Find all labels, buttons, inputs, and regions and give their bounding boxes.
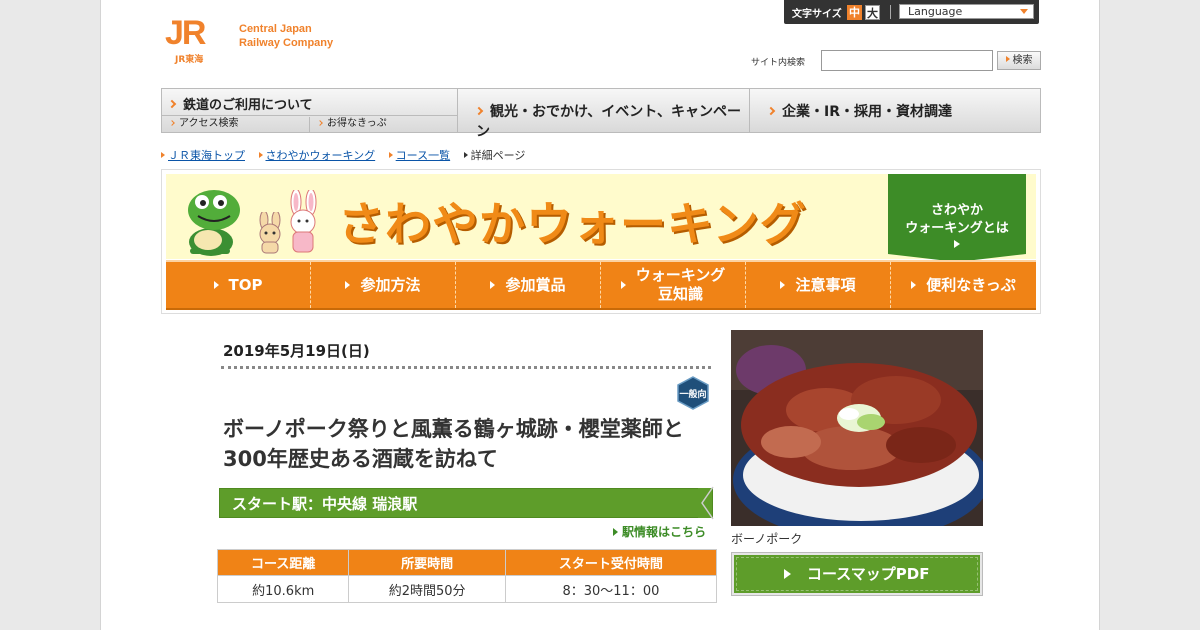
badge-label: 一般向	[679, 388, 706, 400]
about-walking-button[interactable]: さわやか ウォーキングとは	[888, 174, 1026, 262]
site-search-label: サイト内検索	[751, 58, 806, 68]
course-duration: 約2時間50分	[348, 575, 506, 603]
breadcrumb-item-top[interactable]: ＪＲ東海トップ	[161, 149, 245, 162]
rabbit-mascot-icon	[290, 190, 317, 253]
nav-railway-label: 鉄道のご利用について	[183, 98, 313, 113]
breadcrumb-item-walking[interactable]: さわやかウォーキング	[258, 149, 376, 162]
arrow-right-icon	[1005, 56, 1010, 62]
walking-nav-label: ウォーキング 豆知識	[635, 266, 726, 303]
nav-corporate[interactable]: 企業・IR・採用・資材調達	[750, 89, 1040, 132]
language-select-value: Language	[908, 5, 963, 18]
chevron-right-icon	[766, 106, 776, 116]
arrow-right-icon	[345, 281, 351, 289]
walking-nav-label: 便利なきっぷ	[926, 275, 1016, 294]
course-map-label: コースマップPDF	[807, 565, 930, 583]
walking-nav-tickets[interactable]: 便利なきっぷ	[891, 262, 1036, 308]
course-map-pdf-button[interactable]: コースマップPDF	[732, 553, 982, 595]
nav-tickets-label: お得なきっぷ	[327, 118, 387, 129]
table-header-row: コース距離 所要時間 スタート受付時間	[216, 549, 718, 576]
arrow-right-icon	[213, 281, 219, 289]
chevron-right-icon	[317, 120, 323, 126]
table-header: 所要時間	[348, 549, 506, 576]
breadcrumb-link[interactable]: ＪＲ東海トップ	[168, 149, 245, 162]
arrow-right-icon	[613, 528, 618, 536]
chevron-right-icon	[474, 106, 484, 116]
walking-nav-label: 参加賞品	[505, 275, 566, 294]
chevron-right-icon	[169, 120, 175, 126]
frog-mascot-icon	[188, 190, 240, 256]
logo-company-name: Central Japan Railway Company	[239, 23, 334, 49]
breadcrumb-link[interactable]: コース一覧	[396, 149, 450, 162]
start-station-bar: スタート駅：中央線 瑞浪駅	[219, 488, 713, 518]
course-title: ボーノポーク祭りと風薫る鶴ヶ城跡・櫻堂薬師と300年歴史ある酒蔵を訪ねて	[223, 417, 684, 471]
walking-nav-notes[interactable]: 注意事項	[746, 262, 891, 308]
station-info-link[interactable]: 駅情報はこちら	[613, 523, 706, 540]
nav-sightseeing-label: 観光・おでかけ、イベント、キャンペーン	[476, 104, 742, 140]
search-button-label: 検索	[1012, 55, 1033, 66]
site-search-input[interactable]	[821, 50, 993, 71]
walking-nav-how-to-join[interactable]: 参加方法	[311, 262, 456, 308]
arrow-right-icon	[784, 569, 791, 579]
walking-header: さわやかウォーキング さわやか ウォーキングとは TOP 参加方法 参加賞品 ウ…	[161, 169, 1041, 314]
font-size-medium-button[interactable]: 中	[847, 5, 862, 20]
arrow-right-icon	[780, 281, 786, 289]
walking-banner[interactable]: さわやかウォーキング さわやか ウォーキングとは	[166, 174, 1036, 262]
walking-nav-label: 参加方法	[360, 275, 421, 294]
breadcrumb-item-course-list[interactable]: コース一覧	[388, 149, 450, 162]
walking-nav-label: TOP	[228, 275, 263, 294]
station-info-label: 駅情報はこちら	[622, 525, 707, 539]
walking-nav: TOP 参加方法 参加賞品 ウォーキング 豆知識 注意事項 便利なきっぷ	[166, 260, 1036, 310]
general-level-badge: 一般向	[677, 376, 709, 410]
logo-jr-tokai: JR東海	[175, 55, 204, 65]
arrow-right-icon	[161, 152, 165, 158]
arrow-right-icon	[911, 281, 917, 289]
breadcrumb-current: 詳細ページ	[470, 149, 526, 162]
utility-bar: 文字サイズ 中 大 Language	[784, 0, 1039, 24]
divider	[890, 5, 891, 19]
nav-access-label: アクセス検索	[179, 118, 239, 129]
nav-railway[interactable]: 鉄道のご利用について	[162, 89, 458, 116]
global-nav: 鉄道のご利用について アクセス検索 お得なきっぷ 観光・おでかけ、イベント、キャ…	[161, 88, 1041, 140]
table-row: 約10.6km 約2時間50分 8：30～11：00	[216, 575, 718, 603]
arrow-right-icon	[463, 152, 468, 158]
font-size-large-button[interactable]: 大	[865, 5, 880, 20]
chevron-right-icon	[167, 99, 177, 109]
nav-discount-tickets[interactable]: お得なきっぷ	[310, 117, 458, 132]
walking-nav-top[interactable]: TOP	[166, 262, 311, 308]
course-distance: 約10.6km	[216, 575, 350, 603]
page: JR JR東海 Central Japan Railway Company 文字…	[100, 0, 1100, 630]
ribbon-fold-icon	[698, 486, 714, 520]
pork-bowl-photo	[731, 330, 983, 526]
dotted-divider	[221, 366, 711, 369]
table-header: コース距離	[216, 549, 350, 576]
course-info-table: コース距離 所要時間 スタート受付時間 約10.6km 約2時間50分 8：30…	[216, 549, 718, 603]
arrow-right-icon	[620, 281, 626, 289]
nav-railway-group: 鉄道のご利用について アクセス検索 お得なきっぷ	[162, 89, 458, 132]
table-header: スタート受付時間	[504, 549, 718, 576]
nav-corporate-label: 企業・IR・採用・資材調達	[782, 104, 952, 120]
course-date: 2019年5月19日(日)	[223, 342, 370, 360]
site-search-button[interactable]: 検索	[997, 51, 1041, 70]
nav-access-search[interactable]: アクセス検索	[162, 117, 310, 132]
jr-central-logo[interactable]: JR JR東海 Central Japan Railway Company	[165, 16, 365, 66]
photo-caption: ボーノポーク	[731, 532, 803, 546]
arrow-right-icon	[954, 240, 960, 248]
breadcrumb-item-current: 詳細ページ	[463, 149, 536, 162]
font-size-label: 文字サイズ	[792, 9, 842, 20]
walking-nav-tips[interactable]: ウォーキング 豆知識	[601, 262, 746, 308]
breadcrumb-link[interactable]: さわやかウォーキング	[266, 149, 376, 162]
reception-time: 8：30～11：00	[504, 575, 718, 603]
arrow-right-icon	[258, 152, 263, 158]
walking-nav-prizes[interactable]: 参加賞品	[456, 262, 601, 308]
walking-nav-label: 注意事項	[795, 275, 856, 294]
chevron-down-icon	[1020, 9, 1028, 14]
nav-sightseeing[interactable]: 観光・おでかけ、イベント、キャンペーン	[458, 89, 750, 140]
about-walking-label: さわやか ウォーキングとは	[905, 203, 1009, 236]
language-select[interactable]: Language	[899, 4, 1034, 19]
walking-title: さわやかウォーキング	[338, 197, 807, 251]
arrow-right-icon	[490, 281, 496, 289]
arrow-right-icon	[388, 152, 393, 158]
logo-jr-mark: JR	[165, 14, 206, 52]
breadcrumb: ＪＲ東海トップ さわやかウォーキング コース一覧 詳細ページ	[161, 147, 545, 163]
